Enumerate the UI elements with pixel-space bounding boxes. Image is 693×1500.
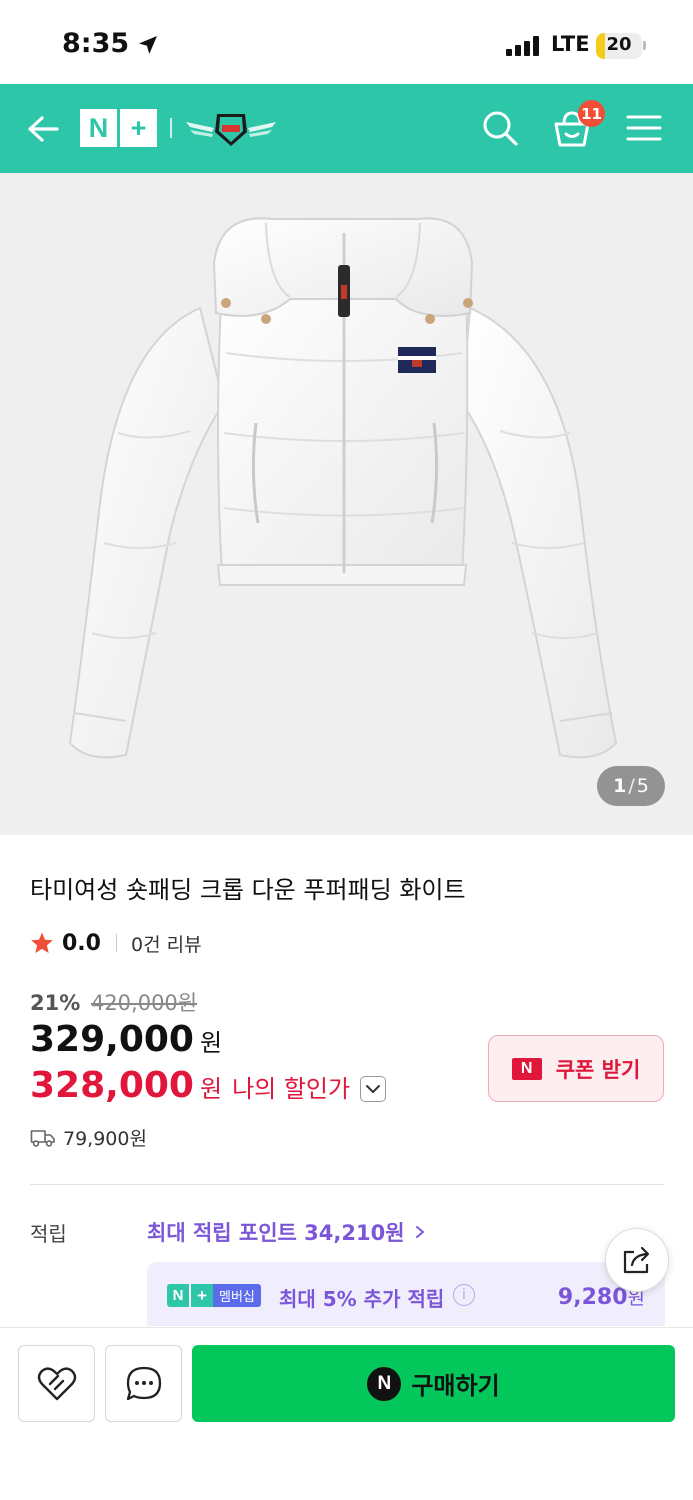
badge-membership-text: 멤버십 bbox=[213, 1284, 261, 1307]
my-price-label: 나의 할인가 bbox=[232, 1075, 351, 1103]
sale-price: 329,000 bbox=[30, 1019, 194, 1060]
buy-button-label: 구매하기 bbox=[411, 1372, 500, 1400]
rating-value: 0.0 bbox=[62, 930, 101, 956]
info-icon[interactable]: i bbox=[453, 1284, 475, 1306]
discount-rate: 21% bbox=[30, 991, 81, 1015]
naver-plus-store-logo[interactable]: N + bbox=[80, 109, 158, 147]
chevron-down-icon bbox=[366, 1085, 381, 1093]
shipping-row: 79,900원 bbox=[30, 1124, 147, 1151]
naver-plus-membership-badge: N + 멤버십 bbox=[167, 1284, 261, 1307]
rating-divider bbox=[115, 934, 117, 952]
chat-bubble-icon bbox=[126, 1366, 161, 1400]
chevron-right-icon bbox=[415, 1226, 424, 1238]
hamburger-menu-icon[interactable] bbox=[625, 112, 663, 144]
rating-row[interactable]: 0.0 0건 리뷰 bbox=[30, 929, 202, 957]
header-divider bbox=[170, 118, 172, 138]
membership-extra-points-text: 최대 5% 추가 적립 bbox=[279, 1287, 445, 1311]
heart-icon bbox=[37, 1366, 76, 1400]
share-icon bbox=[623, 1246, 650, 1274]
coupon-button-label: 쿠폰 받기 bbox=[555, 1057, 641, 1082]
image-current-index: 1 bbox=[613, 775, 627, 797]
naver-pay-n-icon: N bbox=[367, 1366, 402, 1401]
max-points-text: 최대 적립 포인트 34,210원 bbox=[147, 1221, 405, 1245]
sale-price-unit: 원 bbox=[199, 1029, 223, 1057]
logo-n: N bbox=[80, 109, 117, 147]
image-total-count: 5 bbox=[636, 775, 649, 797]
my-price-unit: 원 bbox=[199, 1075, 223, 1103]
app-header: N + bbox=[0, 84, 693, 173]
get-coupon-button[interactable]: N 쿠폰 받기 bbox=[488, 1035, 664, 1102]
badge-plus: + bbox=[189, 1284, 213, 1307]
my-discount-price: 328,000 bbox=[30, 1065, 194, 1106]
my-price-row: 328,000 원 나의 할인가 bbox=[30, 1065, 387, 1106]
back-arrow-icon[interactable] bbox=[24, 110, 62, 148]
price-detail-toggle[interactable] bbox=[360, 1076, 387, 1102]
discount-row: 21% 420,000원 bbox=[30, 987, 197, 1017]
talk-talk-chat-button[interactable] bbox=[105, 1345, 182, 1422]
star-icon bbox=[31, 932, 53, 953]
wishlist-button[interactable] bbox=[18, 1345, 95, 1422]
review-count[interactable]: 0건 리뷰 bbox=[131, 930, 202, 957]
points-label: 적립 bbox=[30, 1222, 67, 1246]
search-icon[interactable] bbox=[480, 108, 520, 148]
badge-n: N bbox=[167, 1284, 189, 1307]
sale-price-row: 329,000 원 bbox=[30, 1019, 222, 1060]
max-points-link[interactable]: 최대 적립 포인트 34,210원 bbox=[147, 1217, 426, 1247]
puffer-jacket-photo bbox=[68, 217, 618, 759]
cart-count-badge: 11 bbox=[578, 100, 605, 127]
product-image[interactable] bbox=[0, 173, 693, 835]
network-type: LTE bbox=[551, 32, 590, 56]
buy-button[interactable]: N 구매하기 bbox=[192, 1345, 675, 1422]
image-counter-separator: / bbox=[628, 775, 635, 797]
logo-plus: + bbox=[120, 109, 157, 147]
battery-level: 20 bbox=[606, 34, 632, 55]
naver-n-icon: N bbox=[511, 1057, 542, 1080]
original-price: 420,000원 bbox=[90, 991, 198, 1015]
cellular-signal-icon bbox=[506, 36, 540, 56]
bottom-action-bar: N 구매하기 bbox=[0, 1327, 693, 1500]
location-arrow-icon bbox=[139, 36, 157, 54]
product-title: 타미여성 숏패딩 크롭 다운 푸퍼패딩 화이트 bbox=[30, 876, 466, 904]
status-bar: 8:35 LTE 20 bbox=[0, 0, 693, 84]
truck-icon bbox=[30, 1129, 55, 1147]
shipping-fee: 79,900원 bbox=[63, 1128, 147, 1150]
share-button[interactable] bbox=[605, 1228, 669, 1292]
membership-points-box: N + 멤버십 최대 5% 추가 적립 i 9,280원 bbox=[147, 1262, 665, 1326]
status-time: 8:35 bbox=[62, 28, 130, 59]
store-emblem-logo[interactable] bbox=[184, 108, 278, 150]
image-page-counter: 1 / 5 bbox=[597, 766, 665, 806]
section-divider bbox=[30, 1184, 664, 1185]
battery-icon: 20 bbox=[596, 33, 642, 59]
membership-amount-value: 9,280 bbox=[557, 1285, 628, 1310]
